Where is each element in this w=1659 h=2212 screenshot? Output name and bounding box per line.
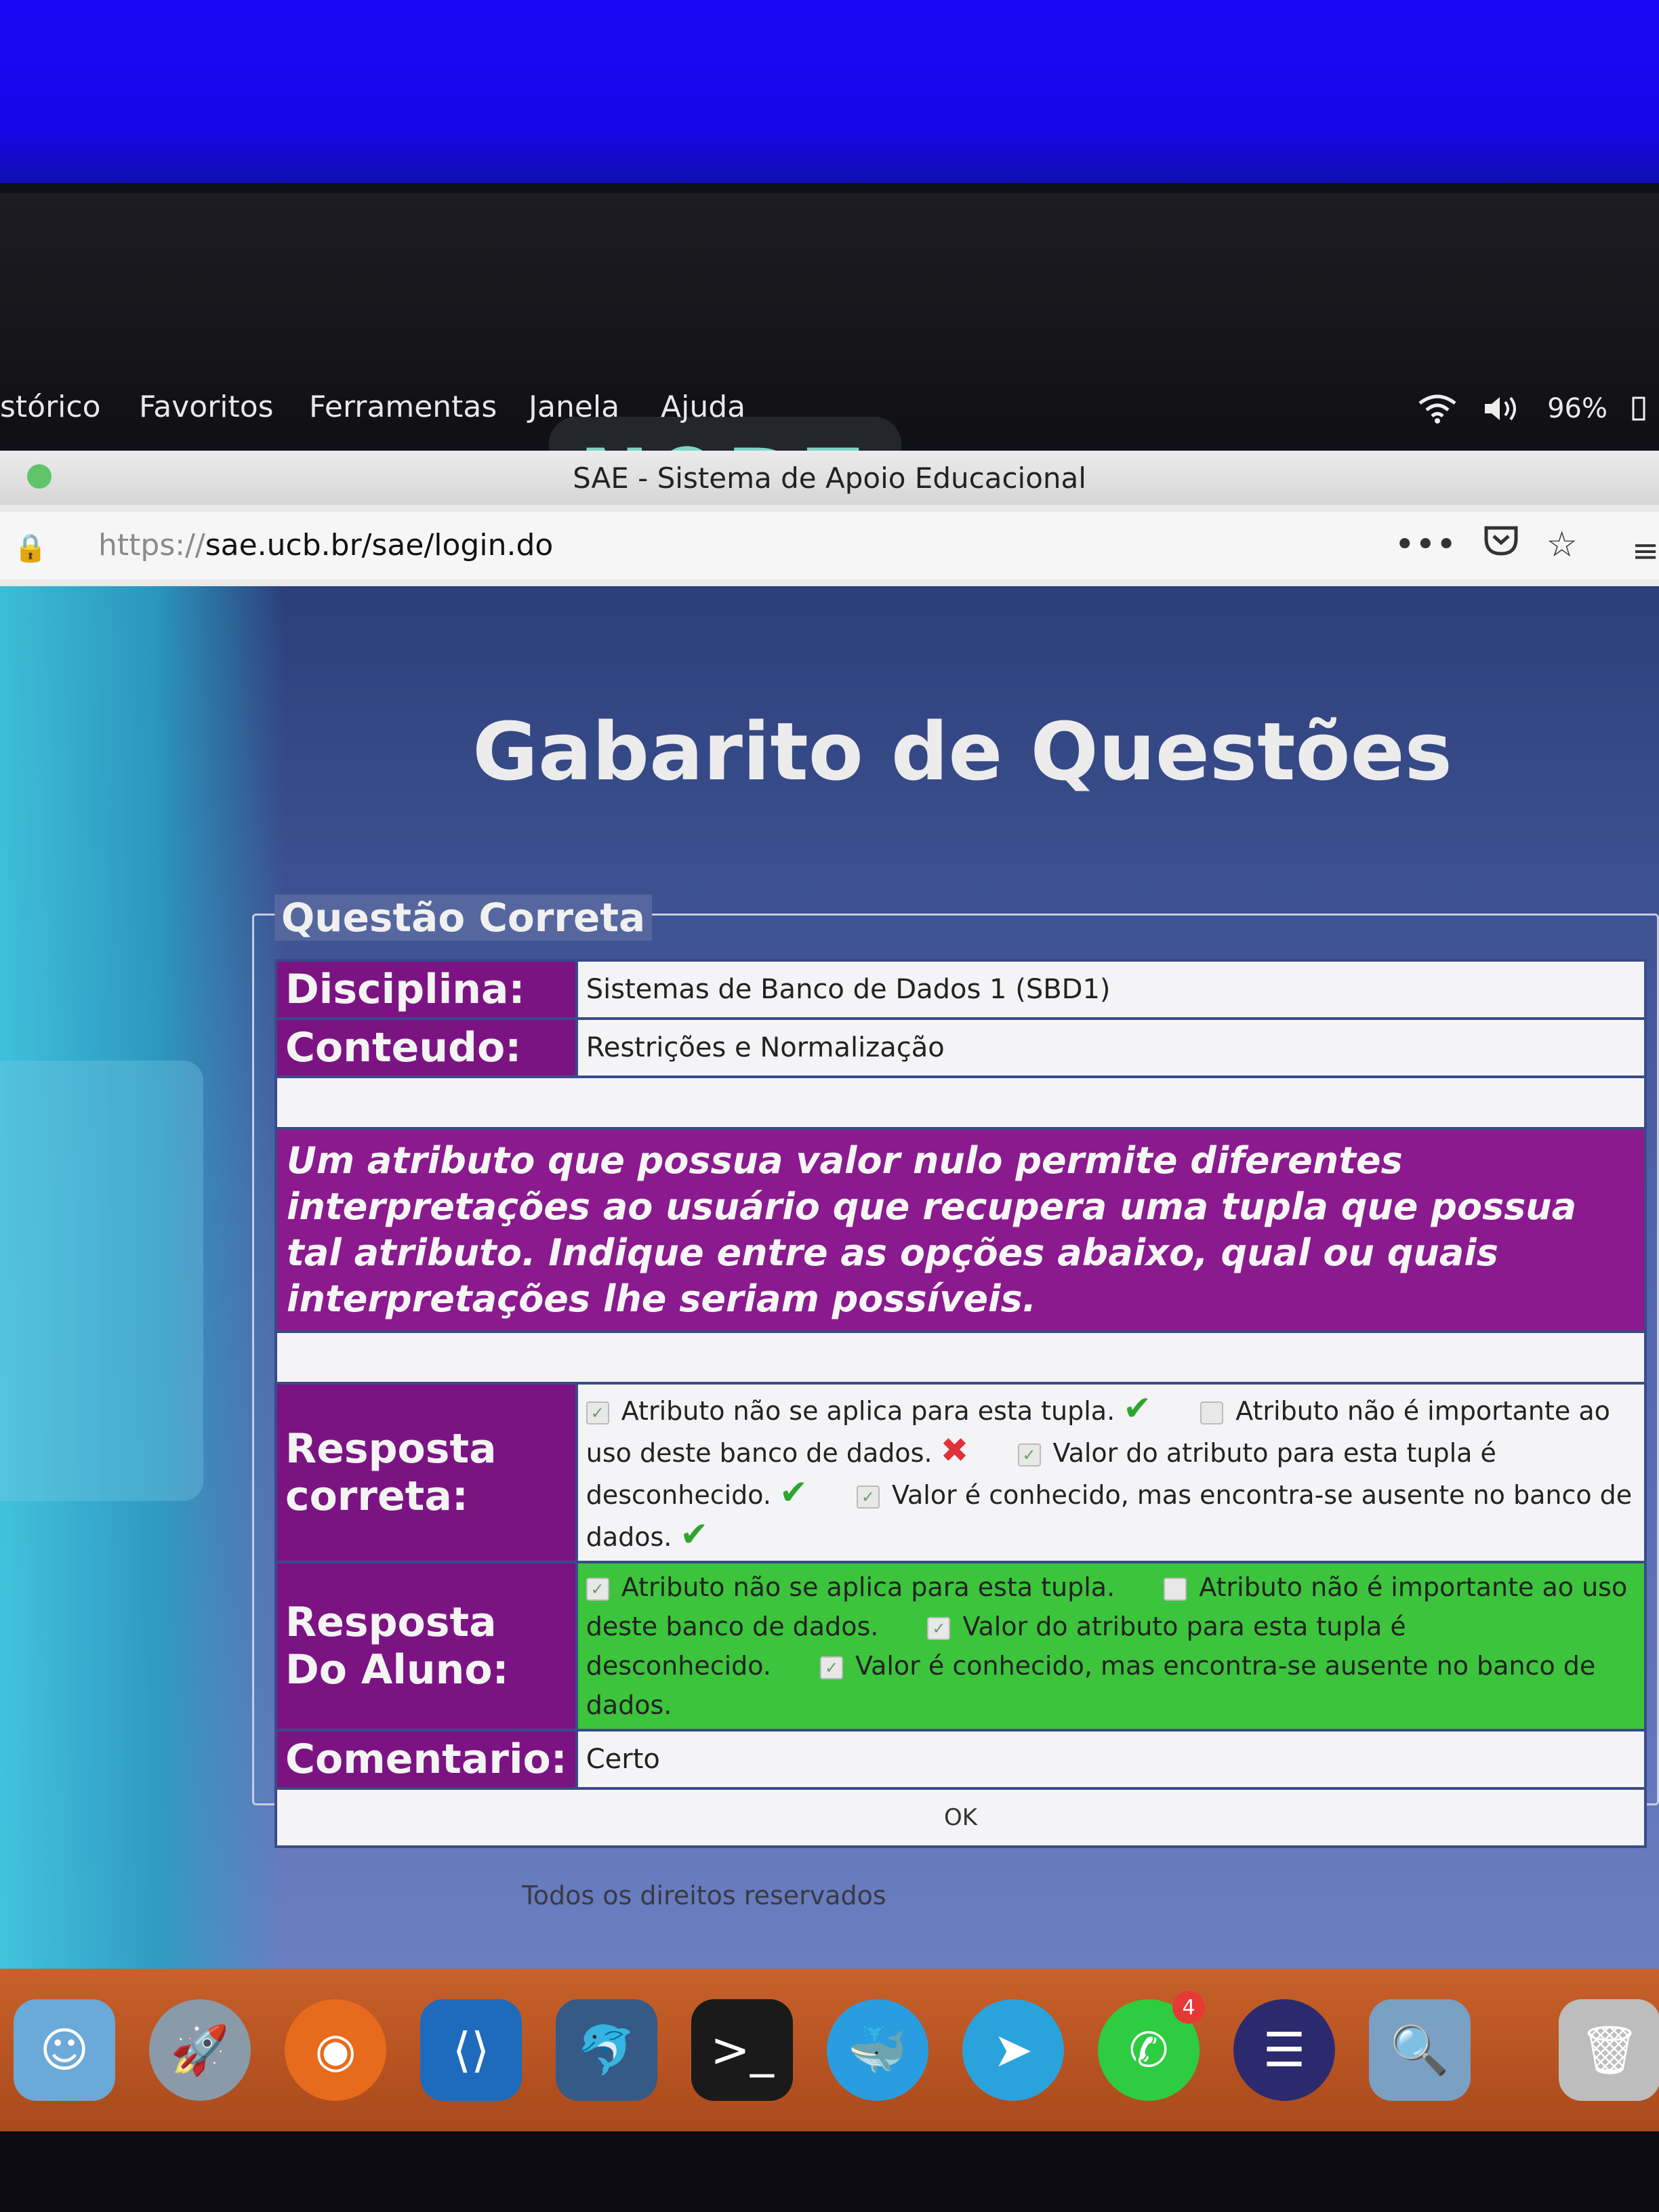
eclipse-icon[interactable]: ☰ [1233,1999,1335,2101]
resposta-correta-label: Resposta correta: [277,1385,575,1561]
check-mark-icon: ✔ [1123,1389,1152,1428]
student-option: ✓ Atributo não se aplica para esta tupla. [586,1572,1115,1602]
notification-badge: 4 [1172,1991,1205,2024]
whatsapp-icon[interactable]: ✆ 4 [1098,1991,1205,2101]
window-title: SAE - Sistema de Apoio Educacional [573,461,1086,495]
spacer-cell [277,1078,1644,1127]
battery-percent[interactable]: 96% [1547,393,1607,424]
battery-icon[interactable] [1632,394,1645,424]
conteudo-label: Conteudo: [277,1020,575,1076]
spacer-row [277,1078,1644,1127]
checkbox-icon[interactable]: ✓ [820,1656,844,1679]
lock-icon[interactable]: 🔒 [14,532,47,564]
comentario-value: Certo [577,1732,1644,1787]
menu-historico[interactable]: stórico [0,390,101,424]
url-text[interactable]: https://sae.ucb.br/sae/login.do [98,528,553,562]
table-row: Conteudo: Restrições e Normalização [277,1020,1644,1076]
browser-chrome: SAE - Sistema de Apoio Educacional 🔒 htt… [0,451,1659,586]
checkbox-icon[interactable] [1200,1401,1224,1425]
status-area: 96% [1417,393,1659,424]
cross-mark-icon: ✖ [940,1431,969,1470]
comentario-label: Comentario: [277,1732,575,1787]
window-zoom-button[interactable] [27,464,52,489]
trash-icon[interactable]: 🗑 [1559,1999,1659,2101]
question-table: Disciplina: Sistemas de Banco de Dados 1… [274,959,1647,1848]
question-text: Um atributo que possua valor nulo permit… [277,1130,1644,1330]
footer-text: Todos os direitos reservados [522,1881,886,1910]
preview-icon[interactable]: 🔍 [1369,1999,1471,2101]
dock: ☺ 🚀 ◉ ⟨⟩ 🐬 >_ 🐳 ➤ ✆ 4 ☰ 🔍 🗑 [0,1969,1659,2131]
spacer-row [277,1333,1644,1382]
url-prefix: https:// [98,528,205,562]
correct-answer-cell: ✓ Atributo não se aplica para esta tupla.… [577,1385,1644,1561]
table-row: Disciplina: Sistemas de Banco de Dados 1… [277,962,1644,1017]
disciplina-label: Disciplina: [277,962,575,1017]
bookmark-star-icon[interactable]: ☆ [1546,525,1578,565]
table-row: Resposta Do Aluno: ✓ Atributo não se apli… [277,1563,1644,1729]
checkbox-icon[interactable]: ✓ [1017,1443,1041,1467]
option-text: Atributo não se aplica para esta tupla. [621,1396,1115,1426]
checkbox-icon[interactable] [1164,1577,1187,1601]
volume-icon[interactable] [1482,394,1523,424]
launchpad-icon[interactable]: 🚀 [149,1999,251,2101]
student-answer-cell: ✓ Atributo não se aplica para esta tupla.… [577,1563,1644,1729]
page-content: Gabarito de Questões Questão Correta Dis… [0,586,1659,1969]
table-row: Resposta correta: ✓ Atributo não se aplic… [277,1385,1644,1561]
check-mark-icon: ✔ [680,1515,709,1554]
window-title-bar: SAE - Sistema de Apoio Educacional [0,451,1659,505]
spacer-cell [277,1333,1644,1382]
more-icon[interactable]: ••• [1394,525,1456,565]
table-row: Um atributo que possua valor nulo permit… [277,1130,1644,1330]
page-title: Gabarito de Questões [472,705,1452,798]
correct-option: ✓ Atributo não se aplica para esta tupla.… [586,1389,1151,1428]
vscode-icon[interactable]: ⟨⟩ [420,1999,522,2101]
checkbox-icon[interactable]: ✓ [586,1577,609,1601]
table-row: Comentario: Certo [277,1732,1644,1787]
telegram-icon[interactable]: ➤ [962,1999,1064,2101]
url-actions: ••• ☆ [1394,524,1578,565]
url-host: sae.ucb.br/sae/login.do [205,528,554,562]
option-text: Atributo não se aplica para esta tupla. [621,1572,1115,1602]
wifi-icon[interactable] [1417,394,1458,424]
checkbox-icon[interactable]: ✓ [927,1616,951,1640]
checkbox-icon[interactable]: ✓ [856,1485,880,1509]
terminal-icon[interactable]: >_ [691,1999,793,2101]
ok-row: OK [277,1790,1644,1845]
menu-ferramentas[interactable]: Ferramentas [309,390,497,424]
menu-hamburger-icon[interactable]: ≡ [1632,532,1659,570]
docker-icon[interactable]: 🐳 [827,1999,928,2101]
background-blue [0,0,1659,183]
checkbox-icon[interactable]: ✓ [586,1401,609,1425]
conteudo-value: Restrições e Normalização [577,1020,1644,1076]
pocket-icon[interactable] [1483,524,1519,565]
firefox-icon[interactable]: ◉ [285,1999,386,2101]
address-bar[interactable]: 🔒 https://sae.ucb.br/sae/login.do ••• ☆ … [0,512,1659,579]
check-mark-icon: ✔ [779,1473,808,1512]
mysql-workbench-icon[interactable]: 🐬 [556,1999,657,2101]
bottom-bezel [0,2131,1659,2212]
fieldset-legend: Questão Correta [274,895,653,941]
menu-janela[interactable]: Janela [529,390,619,424]
side-panel [0,1061,203,1501]
finder-icon[interactable]: ☺ [14,1999,115,2101]
resposta-aluno-label: Resposta Do Aluno: [277,1563,575,1729]
ok-button[interactable]: OK [277,1790,1644,1845]
menu-ajuda[interactable]: Ajuda [661,390,745,424]
menu-favoritos[interactable]: Favoritos [139,390,274,424]
disciplina-value: Sistemas de Banco de Dados 1 (SBD1) [577,962,1644,1017]
